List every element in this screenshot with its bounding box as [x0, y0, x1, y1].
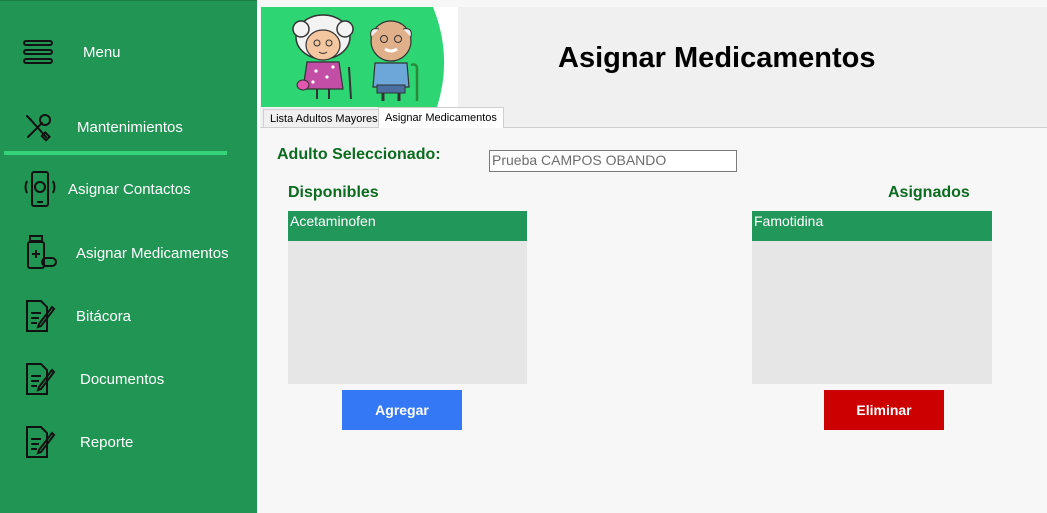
hamburger-icon [20, 34, 56, 70]
available-list[interactable]: Acetaminofen [288, 211, 527, 384]
medicine-icon [22, 235, 58, 271]
sidebar-item-documentos[interactable]: Documentos [0, 354, 257, 404]
sidebar-item-label: Documentos [80, 370, 165, 388]
sidebar-item-mantenimientos[interactable]: Mantenimientos [0, 102, 257, 152]
assigned-list[interactable]: Famotidina [752, 211, 992, 384]
assigned-label: Asignados [888, 184, 970, 201]
elderly-couple-logo [261, 7, 458, 107]
menu-toggle[interactable]: Menu [0, 27, 257, 77]
add-button[interactable]: Agregar [342, 390, 462, 430]
document-edit-icon [22, 361, 58, 397]
tab-asignar-medicamentos[interactable]: Asignar Medicamentos [378, 107, 504, 128]
tab-strip: Lista Adultos Mayores Asignar Medicament… [260, 107, 1047, 128]
list-item[interactable]: Acetaminofen [288, 211, 527, 241]
remove-button[interactable]: Eliminar [824, 390, 944, 430]
sidebar-item-asignar-medicamentos[interactable]: Asignar Medicamentos [0, 228, 257, 278]
tools-icon [20, 109, 56, 145]
sidebar-item-reporte[interactable]: Reporte [0, 417, 257, 467]
sidebar-item-label: Mantenimientos [77, 118, 183, 136]
adult-selected-label: Adulto Seleccionado: [277, 146, 441, 163]
main-panel: Asignar Medicamentos Lista Adultos Mayor… [260, 0, 1047, 513]
document-edit-icon [22, 424, 58, 460]
contact-phone-icon [22, 171, 58, 207]
sidebar-item-label: Asignar Medicamentos [76, 244, 229, 262]
sidebar-item-label: Asignar Contactos [68, 180, 191, 198]
sidebar: Menu Mantenimientos Asignar Contactos As… [0, 0, 257, 513]
document-edit-icon [22, 298, 58, 334]
sidebar-item-label: Reporte [80, 433, 134, 451]
sidebar-item-bitacora[interactable]: Bitácora [0, 291, 257, 341]
list-item[interactable]: Famotidina [752, 211, 992, 241]
available-label: Disponibles [288, 184, 379, 201]
sidebar-item-asignar-contactos[interactable]: Asignar Contactos [0, 164, 257, 214]
page-title: Asignar Medicamentos [558, 42, 876, 74]
sidebar-item-label: Bitácora [76, 307, 132, 325]
active-indicator [4, 151, 227, 155]
menu-label: Menu [83, 43, 121, 61]
adult-selected-field[interactable]: Prueba CAMPOS OBANDO [489, 150, 737, 172]
tab-lista-adultos-mayores[interactable]: Lista Adultos Mayores [263, 109, 385, 127]
